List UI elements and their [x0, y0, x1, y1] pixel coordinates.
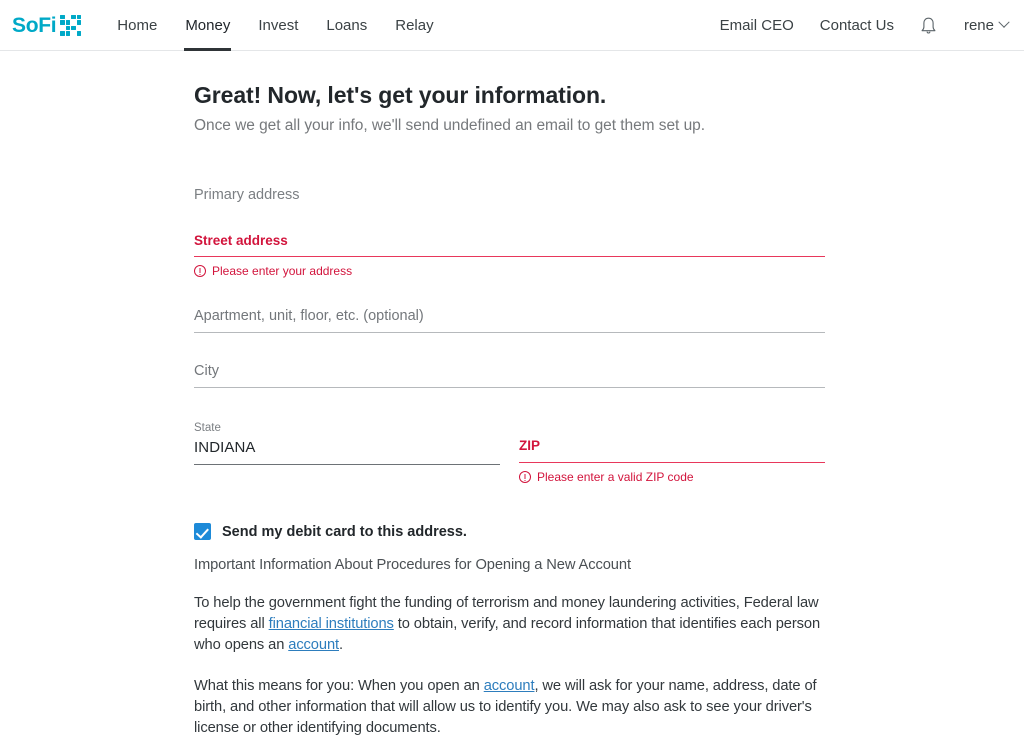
primary-address-section-label: Primary address — [194, 187, 300, 203]
sofi-logo[interactable]: SoFi — [12, 0, 82, 50]
state-label: State — [194, 422, 221, 435]
sofi-wordmark: SoFi — [12, 13, 57, 37]
email-ceo-link[interactable]: Email CEO — [707, 17, 807, 34]
street-address-error-text: Please enter your address — [212, 264, 353, 279]
nav-item-invest-label: Invest — [258, 16, 299, 34]
disclosure-p2-text-a: What this means for you: When you open a… — [194, 678, 484, 695]
nav-item-home[interactable]: Home — [103, 0, 171, 51]
apartment-label: Apartment, unit, floor, etc. (optional) — [194, 308, 424, 325]
city-label: City — [194, 363, 219, 380]
user-menu-button[interactable]: rene — [950, 17, 1010, 34]
disclosure-p1-text-c: . — [339, 637, 343, 654]
debit-card-address-checkbox[interactable] — [194, 523, 211, 541]
apartment-underline — [194, 332, 825, 334]
page-title: Great! Now, let's get your information. — [194, 82, 607, 108]
error-exclamation-icon — [519, 471, 531, 484]
nav-item-invest[interactable]: Invest — [244, 0, 312, 51]
nav-item-loans[interactable]: Loans — [312, 0, 381, 51]
notification-bell-icon — [921, 17, 936, 34]
zip-field[interactable]: ZIP Please enter a valid ZIP code — [519, 422, 825, 484]
financial-institutions-link[interactable]: financial institutions — [269, 616, 394, 632]
street-address-error: Please enter your address — [194, 264, 825, 278]
street-address-field[interactable]: Street address Please enter your address — [194, 233, 825, 278]
main-nav: Home Money Invest Loans Relay — [103, 0, 447, 51]
nav-item-relay-label: Relay — [395, 16, 434, 34]
state-underline — [194, 464, 500, 466]
header-right-group: Email CEO Contact Us rene — [707, 16, 1024, 35]
nav-item-money[interactable]: Money — [171, 0, 244, 51]
contact-us-link[interactable]: Contact Us — [807, 17, 907, 34]
main-content: Great! Now, let's get your information. … — [0, 51, 1024, 739]
sofi-grid-icon — [60, 14, 82, 36]
disclosure-paragraph-1: To help the government fight the funding… — [194, 593, 822, 656]
street-address-label: Street address — [194, 233, 288, 248]
nav-item-home-label: Home — [117, 16, 158, 34]
zip-error: Please enter a valid ZIP code — [519, 470, 825, 484]
city-field[interactable]: City — [194, 363, 825, 389]
nav-item-money-label: Money — [185, 16, 231, 34]
disclosure-title: Important Information About Procedures f… — [194, 557, 631, 574]
page-subtitle: Once we get all your info, we'll send un… — [194, 117, 705, 134]
state-value: INDIANA — [194, 439, 256, 457]
nav-item-relay[interactable]: Relay — [381, 0, 447, 51]
debit-card-address-checkbox-row[interactable]: Send my debit card to this address. — [194, 523, 1024, 541]
zip-error-text: Please enter a valid ZIP code — [537, 470, 694, 485]
zip-underline — [519, 462, 825, 464]
zip-label: ZIP — [519, 438, 541, 454]
notification-bell-button[interactable] — [907, 16, 950, 35]
state-field[interactable]: State INDIANA — [194, 422, 500, 484]
nav-item-loans-label: Loans — [326, 16, 368, 34]
chevron-down-icon — [998, 16, 1010, 28]
top-navigation-bar: SoFi Home Money Invest Loans Relay Email… — [0, 0, 1024, 51]
apartment-field[interactable]: Apartment, unit, floor, etc. (optional) — [194, 308, 825, 334]
account-link-1[interactable]: account — [288, 637, 339, 653]
disclosure-paragraph-2: What this means for you: When you open a… — [194, 676, 822, 739]
account-link-2[interactable]: account — [484, 678, 535, 694]
street-address-underline — [194, 256, 825, 258]
state-zip-row: State INDIANA ZIP Please enter a valid Z… — [194, 422, 825, 484]
debit-card-address-checkbox-label: Send my debit card to this address. — [222, 523, 467, 540]
error-exclamation-icon — [194, 265, 206, 278]
user-name-label: rene — [963, 16, 994, 34]
city-underline — [194, 387, 825, 389]
